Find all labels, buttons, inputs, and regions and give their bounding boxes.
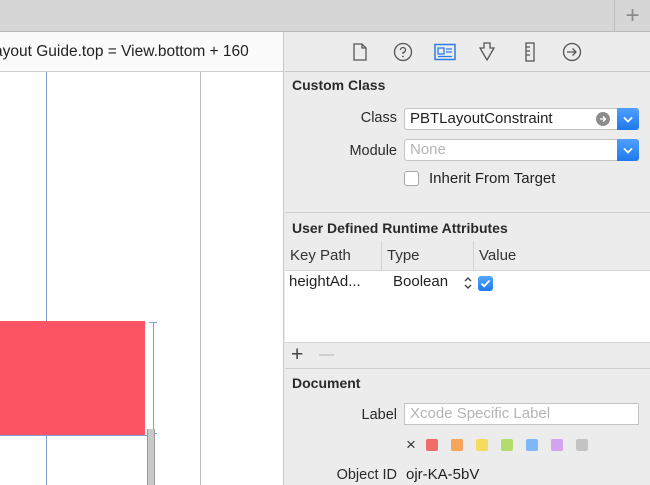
custom-class-header: Custom Class bbox=[292, 77, 386, 93]
inspector-panel: Custom Class Class PBTLayoutConstraint M… bbox=[285, 32, 650, 485]
identity-icon bbox=[434, 43, 456, 61]
file-inspector-tab[interactable] bbox=[348, 40, 372, 64]
module-dropdown-button[interactable] bbox=[617, 139, 639, 161]
color-swatch-purple[interactable] bbox=[550, 439, 563, 451]
add-attribute-button[interactable]: + bbox=[291, 343, 303, 367]
object-id-value: ojr-KA-5bV bbox=[406, 466, 480, 483]
class-combobox[interactable]: PBTLayoutConstraint bbox=[404, 108, 639, 130]
chevron-down-icon bbox=[623, 147, 633, 154]
label-label: Label bbox=[361, 407, 397, 423]
navigate-arrow-icon[interactable] bbox=[596, 112, 610, 126]
horizontal-guide-line bbox=[0, 435, 150, 436]
color-swatch-gray[interactable] bbox=[575, 439, 588, 451]
attributes-add-remove-bar: + — bbox=[285, 343, 650, 369]
view-edge-line bbox=[200, 72, 201, 485]
connections-inspector-tab[interactable] bbox=[560, 40, 584, 64]
column-key-path[interactable]: Key Path bbox=[285, 241, 382, 271]
section-divider bbox=[285, 212, 650, 213]
inherit-row[interactable]: Inherit From Target bbox=[404, 170, 555, 187]
connections-icon bbox=[562, 42, 582, 62]
object-id-label: Object ID bbox=[336, 467, 397, 483]
size-inspector-tab[interactable] bbox=[518, 40, 542, 64]
file-icon bbox=[353, 43, 367, 61]
clear-color-button[interactable]: × bbox=[406, 435, 416, 455]
class-value: PBTLayoutConstraint bbox=[410, 110, 553, 127]
class-label: Class bbox=[360, 110, 397, 126]
runtime-attributes-table-header: Key Path Type Value bbox=[285, 241, 650, 271]
color-label-row: × bbox=[406, 435, 601, 455]
identity-inspector-tab[interactable] bbox=[433, 40, 457, 64]
help-icon bbox=[393, 42, 413, 62]
top-bar: + bbox=[0, 0, 650, 32]
chevron-down-icon bbox=[623, 116, 633, 123]
color-swatch-yellow[interactable] bbox=[475, 439, 488, 451]
constraint-bracket[interactable] bbox=[153, 322, 154, 434]
color-swatch-blue[interactable] bbox=[525, 439, 538, 451]
constraint-title-bar: ayout Guide.top = View.bottom + 160 bbox=[0, 32, 283, 72]
label-input[interactable]: Xcode Specific Label bbox=[404, 403, 639, 425]
color-swatch-green[interactable] bbox=[500, 439, 513, 451]
inherit-checkbox[interactable] bbox=[404, 171, 419, 186]
key-path-cell[interactable]: heightAd... bbox=[289, 273, 361, 290]
size-icon bbox=[525, 42, 535, 62]
type-cell[interactable]: Boolean bbox=[393, 273, 448, 290]
plus-icon: + bbox=[625, 1, 640, 29]
color-swatch-red[interactable] bbox=[425, 439, 438, 451]
help-inspector-tab[interactable] bbox=[391, 40, 415, 64]
add-button[interactable]: + bbox=[614, 0, 650, 31]
label-placeholder: Xcode Specific Label bbox=[410, 405, 551, 422]
document-header: Document bbox=[292, 375, 361, 391]
runtime-attributes-table: heightAd... Boolean bbox=[285, 271, 650, 343]
stepper-icon[interactable] bbox=[463, 276, 473, 295]
constraint-handle[interactable] bbox=[147, 429, 155, 485]
inherit-label: Inherit From Target bbox=[429, 170, 556, 187]
runtime-attributes-header: User Defined Runtime Attributes bbox=[292, 220, 508, 236]
red-view[interactable] bbox=[0, 321, 145, 435]
attributes-icon bbox=[478, 42, 496, 62]
checkmark-icon bbox=[480, 279, 491, 288]
remove-attribute-button[interactable]: — bbox=[319, 346, 334, 363]
value-checkbox[interactable] bbox=[478, 276, 493, 291]
bracket-cap-top bbox=[149, 322, 157, 323]
inspector-tabs bbox=[285, 32, 650, 72]
module-combobox[interactable]: None bbox=[404, 139, 639, 161]
class-dropdown-button[interactable] bbox=[617, 108, 639, 130]
module-placeholder: None bbox=[410, 141, 446, 158]
design-canvas[interactable]: ayout Guide.top = View.bottom + 160 bbox=[0, 32, 284, 485]
column-type[interactable]: Type bbox=[382, 241, 474, 271]
color-swatch-orange[interactable] bbox=[450, 439, 463, 451]
module-label: Module bbox=[349, 143, 397, 159]
constraint-title: ayout Guide.top = View.bottom + 160 bbox=[0, 43, 249, 60]
column-value[interactable]: Value bbox=[474, 241, 650, 271]
attributes-inspector-tab[interactable] bbox=[475, 40, 499, 64]
